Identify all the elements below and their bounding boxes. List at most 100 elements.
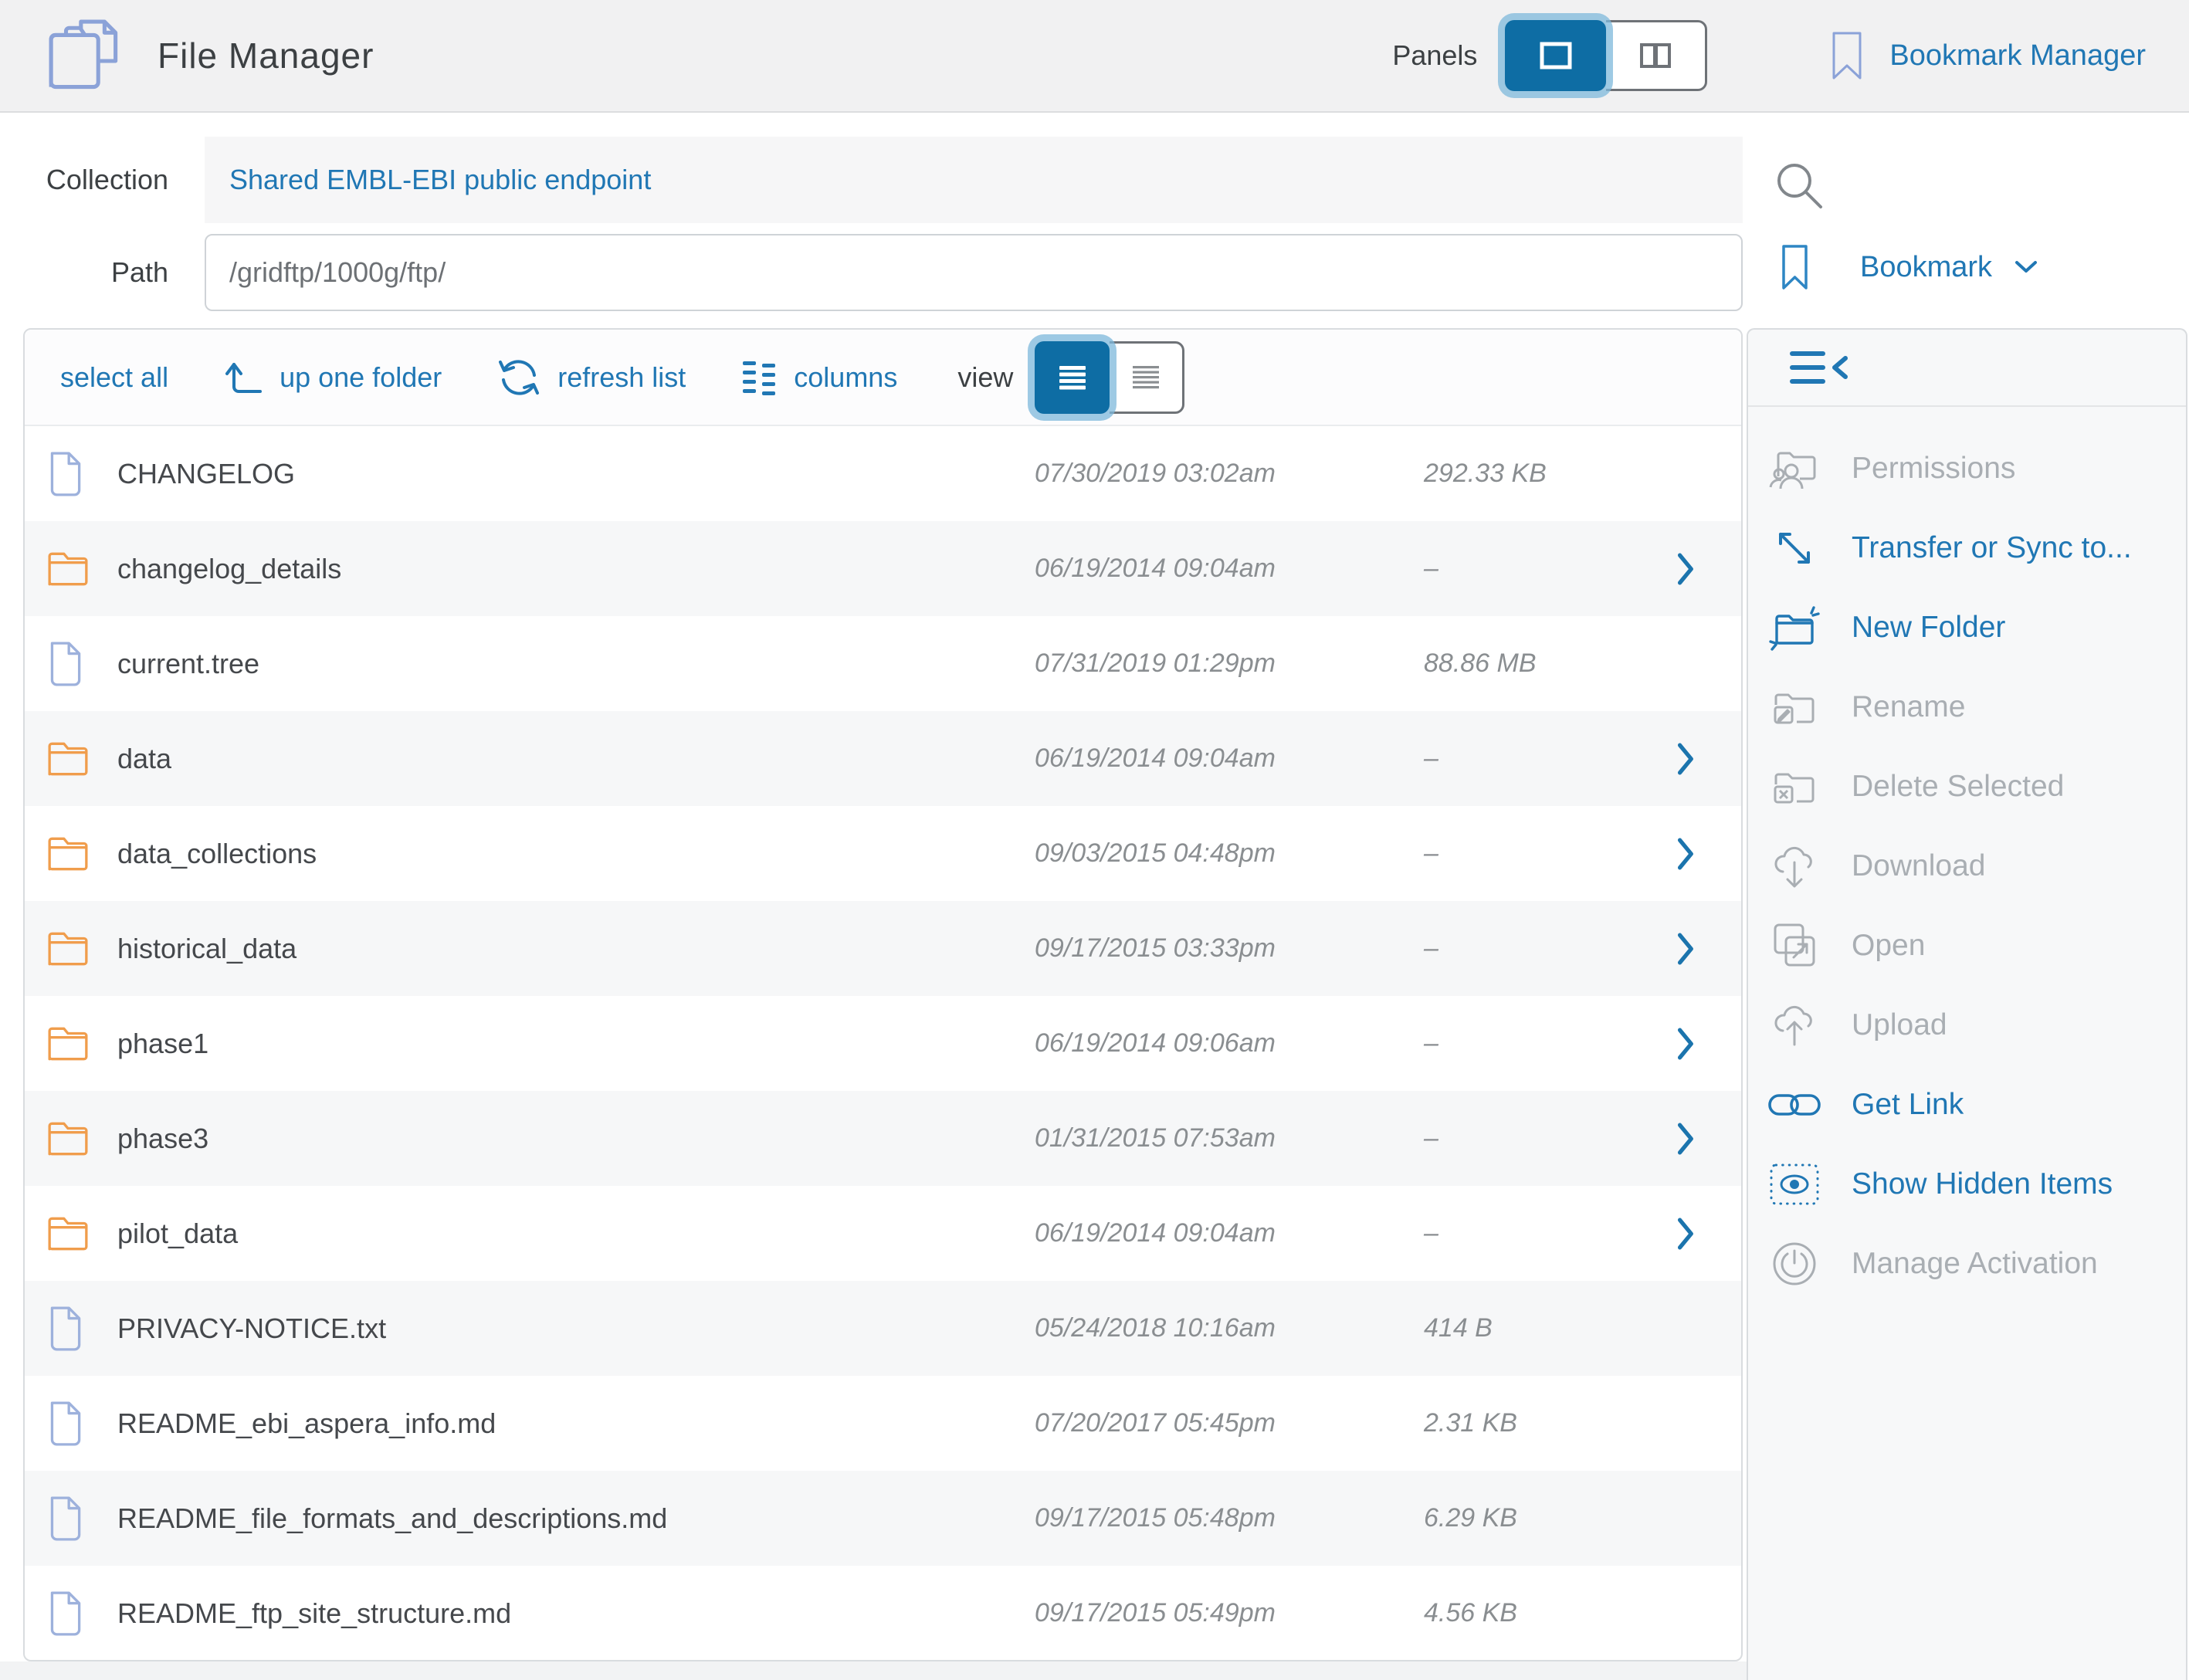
file-list-panel: select all up one folder refresh list — [23, 328, 1743, 1661]
open-folder-chevron-icon[interactable] — [1677, 553, 1696, 585]
sidebar-action-download: Download — [1748, 826, 2186, 906]
sidebar-action-label: Upload — [1852, 1008, 1947, 1042]
header: File Manager Panels — [0, 0, 2189, 113]
file-row[interactable]: data_collections 09/03/2015 04:48pm – — [25, 806, 1741, 901]
file-date: 09/03/2015 04:48pm — [1035, 838, 1276, 869]
sidebar-action-label: Transfer or Sync to... — [1852, 531, 2132, 565]
file-row[interactable]: README_file_formats_and_descriptions.md … — [25, 1471, 1741, 1566]
file-name: historical_data — [117, 933, 296, 965]
upload-icon — [1767, 1000, 1822, 1051]
file-name: current.tree — [117, 648, 259, 680]
file-row[interactable]: phase1 06/19/2014 09:06am – — [25, 996, 1741, 1091]
open-folder-chevron-icon[interactable] — [1677, 743, 1696, 775]
sidebar-action-label: Manage Activation — [1852, 1247, 2098, 1281]
list-view-icon — [1059, 365, 1086, 390]
sidebar-action-new-folder[interactable]: New Folder — [1748, 588, 2186, 667]
collection-field[interactable]: Shared EMBL-EBI public endpoint — [205, 137, 1743, 223]
show-hidden-icon — [1767, 1159, 1822, 1210]
collection-label: Collection — [0, 164, 168, 196]
sidebar-action-manage-activation: Manage Activation — [1748, 1224, 2186, 1303]
file-size: 4.56 KB — [1424, 1598, 1517, 1628]
view-toggle — [1035, 341, 1184, 414]
open-folder-chevron-icon[interactable] — [1677, 838, 1696, 870]
file-icon — [46, 641, 90, 687]
sidebar-action-label: Download — [1852, 849, 1985, 883]
collapse-sidebar-icon[interactable] — [1790, 349, 1853, 386]
open-folder-chevron-icon[interactable] — [1677, 1028, 1696, 1060]
search-icon[interactable] — [1773, 159, 1827, 213]
delete-icon — [1767, 761, 1822, 812]
file-size: – — [1424, 838, 1438, 869]
file-name: phase1 — [117, 1028, 208, 1060]
file-name: README_ebi_aspera_info.md — [117, 1407, 496, 1440]
file-date: 09/17/2015 05:49pm — [1035, 1598, 1276, 1628]
file-row[interactable]: historical_data 09/17/2015 03:33pm – — [25, 901, 1741, 996]
file-size: 6.29 KB — [1424, 1503, 1517, 1533]
refresh-list-button[interactable]: refresh list — [497, 356, 686, 399]
columns-button[interactable]: columns — [741, 359, 897, 396]
file-size: – — [1424, 554, 1438, 584]
open-folder-chevron-icon[interactable] — [1677, 933, 1696, 965]
compact-view-button[interactable] — [1110, 341, 1184, 414]
file-row[interactable]: README_ftp_site_structure.md 09/17/2015 … — [25, 1566, 1741, 1661]
bookmark-button[interactable]: Bookmark — [1781, 244, 2038, 290]
file-row[interactable]: PRIVACY-NOTICE.txt 05/24/2018 10:16am 41… — [25, 1281, 1741, 1376]
sidebar-action-transfer-or-sync-to[interactable]: Transfer or Sync to... — [1748, 508, 2186, 588]
file-row[interactable]: changelog_details 06/19/2014 09:04am – — [25, 521, 1741, 616]
page-title: File Manager — [158, 35, 374, 76]
file-size: – — [1424, 1218, 1438, 1248]
panels-group: Panels — [1392, 20, 1707, 91]
file-row[interactable]: README_ebi_aspera_info.md 07/20/2017 05:… — [25, 1376, 1741, 1471]
sidebar-action-rename: Rename — [1748, 667, 2186, 747]
folder-icon — [46, 1211, 90, 1257]
single-panel-button[interactable] — [1505, 20, 1606, 91]
rename-icon — [1767, 682, 1822, 733]
file-size: – — [1424, 933, 1438, 964]
file-row[interactable]: phase3 01/31/2015 07:53am – — [25, 1091, 1741, 1186]
open-folder-chevron-icon[interactable] — [1677, 1218, 1696, 1250]
folder-icon — [46, 926, 90, 972]
chevron-down-icon — [2014, 259, 2038, 275]
single-panel-icon — [1539, 41, 1573, 70]
open-folder-chevron-icon[interactable] — [1677, 1123, 1696, 1155]
file-date: 05/24/2018 10:16am — [1035, 1313, 1276, 1343]
file-icon — [46, 1495, 90, 1542]
folder-icon — [46, 1116, 90, 1162]
sidebar-action-label: Get Link — [1852, 1088, 1964, 1122]
file-manager-page: File Manager Panels — [0, 0, 2189, 1680]
sidebar-action-delete-selected: Delete Selected — [1748, 747, 2186, 826]
file-name: README_ftp_site_structure.md — [117, 1597, 511, 1630]
file-size: 2.31 KB — [1424, 1408, 1517, 1438]
dual-panel-icon — [1638, 42, 1673, 69]
sidebar-action-get-link[interactable]: Get Link — [1748, 1065, 2186, 1144]
sidebar-action-show-hidden-items[interactable]: Show Hidden Items — [1748, 1144, 2186, 1224]
bookmark-manager-link[interactable]: Bookmark Manager — [1831, 31, 2146, 80]
file-date: 06/19/2014 09:04am — [1035, 1218, 1276, 1248]
select-all-button[interactable]: select all — [60, 361, 168, 394]
file-name: data — [117, 743, 171, 775]
list-view-button[interactable] — [1035, 341, 1110, 414]
file-date: 07/31/2019 01:29pm — [1035, 649, 1276, 679]
file-row[interactable]: pilot_data 06/19/2014 09:04am – — [25, 1186, 1741, 1281]
sidebar-action-label: New Folder — [1852, 611, 2005, 645]
file-size: 292.33 KB — [1424, 459, 1547, 489]
compact-view-icon — [1132, 365, 1160, 390]
dual-panel-button[interactable] — [1606, 20, 1707, 91]
file-name: phase3 — [117, 1123, 208, 1155]
bookmark-ribbon-icon — [1831, 31, 1863, 80]
folder-icon — [46, 831, 90, 877]
file-date: 09/17/2015 03:33pm — [1035, 933, 1276, 964]
get-link-icon — [1767, 1079, 1822, 1130]
path-input[interactable]: /gridftp/1000g/ftp/ — [205, 234, 1743, 311]
file-name: data_collections — [117, 838, 317, 870]
file-size: – — [1424, 1028, 1438, 1058]
sidebar-action-label: Rename — [1852, 690, 1965, 724]
up-one-folder-button[interactable]: up one folder — [224, 359, 442, 396]
open-icon — [1767, 920, 1822, 971]
file-row[interactable]: data 06/19/2014 09:04am – — [25, 711, 1741, 806]
download-icon — [1767, 841, 1822, 892]
file-row[interactable]: CHANGELOG 07/30/2019 03:02am 292.33 KB — [25, 426, 1741, 521]
file-list: CHANGELOG 07/30/2019 03:02am 292.33 KB c… — [25, 426, 1741, 1661]
file-row[interactable]: current.tree 07/31/2019 01:29pm 88.86 MB — [25, 616, 1741, 711]
file-name: CHANGELOG — [117, 458, 295, 490]
